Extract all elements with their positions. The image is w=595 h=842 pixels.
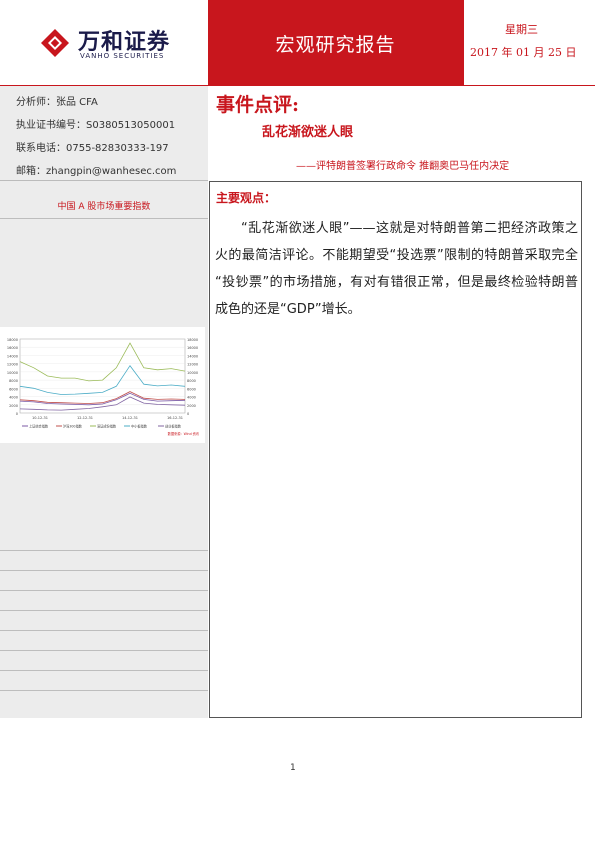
sidebar-rule [0,570,208,571]
company-logo-icon [41,29,69,57]
analyst-license: 执业证书编号：S0380513050001 [16,120,176,131]
main-view-heading: 主要观点： [216,191,277,205]
chart-series-line [19,342,186,382]
chart-x-tick: 14-12-31 [122,416,138,420]
chart-x-tick: 12-12-31 [77,416,93,420]
chart-y-tick-right: 12000 [187,363,198,367]
chart-source-note: 数据来源：Wind 资讯 [168,431,200,436]
chart-y-tick-right: 16000 [187,346,198,350]
chart-y-tick-left: 14000 [7,354,18,358]
header-date-panel [463,0,595,85]
analyst-email[interactable]: 邮箱：zhangpin@wanhesec.com [16,162,176,177]
company-name-en: VANHO SECURITIES [80,52,165,60]
index-chart-svg: 18000 16000 14000 12000 10000 8000 6000 4000 200… [7,338,200,436]
sidebar-rule [0,610,208,611]
chart-y-tick-left: 2000 [9,404,18,408]
chart-y-tick-left: 0 [16,412,18,416]
sidebar-divider [0,180,208,181]
index-chart: 18000 16000 14000 12000 10000 8000 6000 4000 200… [0,327,205,443]
index-section-heading: 中国 A 股市场重要指数 [57,202,151,212]
main-view-body: “乱花渐欲迷人眼”——这就是对特朗普第二把经济政策之火的最简洁评论。不能期望受“… [215,215,578,323]
report-type-title: 宏观研究报告 [275,34,396,56]
chart-y-tick-right: 2000 [187,404,196,408]
sidebar-rule [0,690,208,691]
sidebar-rule [0,650,208,651]
chart-legend-label: 沪深300指数 [63,424,83,429]
sidebar-rule [0,218,208,219]
report-title: 事件点评: [216,94,300,116]
analyst-name: 分析师：张品 CFA [16,97,98,108]
chart-y-tick-right: 6000 [187,387,196,391]
chart-y-tick-right: 0 [187,412,189,416]
chart-y-tick-right: 4000 [187,396,196,400]
chart-x-tick: 16-12-31 [167,416,183,420]
chart-y-tick-right: 10000 [187,371,198,375]
chart-y-tick-left: 6000 [9,387,18,391]
chart-y-tick-left: 10000 [7,371,18,375]
sidebar-rule [0,550,208,551]
header-divider [463,0,464,85]
chart-y-tick-left: 18000 [7,338,18,342]
chart-y-tick-right: 8000 [187,379,196,383]
sidebar-rule [0,670,208,671]
chart-y-tick-left: 4000 [9,396,18,400]
report-subtitle: 乱花渐欲迷人眼 [262,125,354,140]
chart-legend-label: 上证综合指数 [29,424,49,429]
chart-y-tick-left: 12000 [7,363,18,367]
chart-legend-label: 深证成份指数 [97,424,117,429]
chart-x-tick: 10-12-31 [32,416,48,420]
report-date: 2017 年 01 月 25 日 [470,46,577,59]
analyst-phone: 联系电话：0755-82830333-197 [16,143,169,154]
main-view-paragraph: “乱花渐欲迷人眼”——这就是对特朗普第二把经济政策之火的最简洁评论。不能期望受“… [215,221,578,317]
chart-y-tick-right: 14000 [187,354,198,358]
chart-y-tick-left: 8000 [9,379,18,383]
chart-y-tick-left: 16000 [7,346,18,350]
chart-legend-label: 创业板指数 [165,424,182,429]
report-tagline: ——评特朗普签署行政命令 推翻奥巴马任内决定 [296,161,510,172]
weekday-label: 星期三 [505,23,538,36]
chart-y-tick-right: 18000 [187,338,198,342]
sidebar-rule [0,590,208,591]
chart-legend-label: 中小板指数 [131,424,148,429]
chart-series-line [19,391,186,404]
sidebar-rule [0,630,208,631]
page-number: 1 [290,763,296,773]
